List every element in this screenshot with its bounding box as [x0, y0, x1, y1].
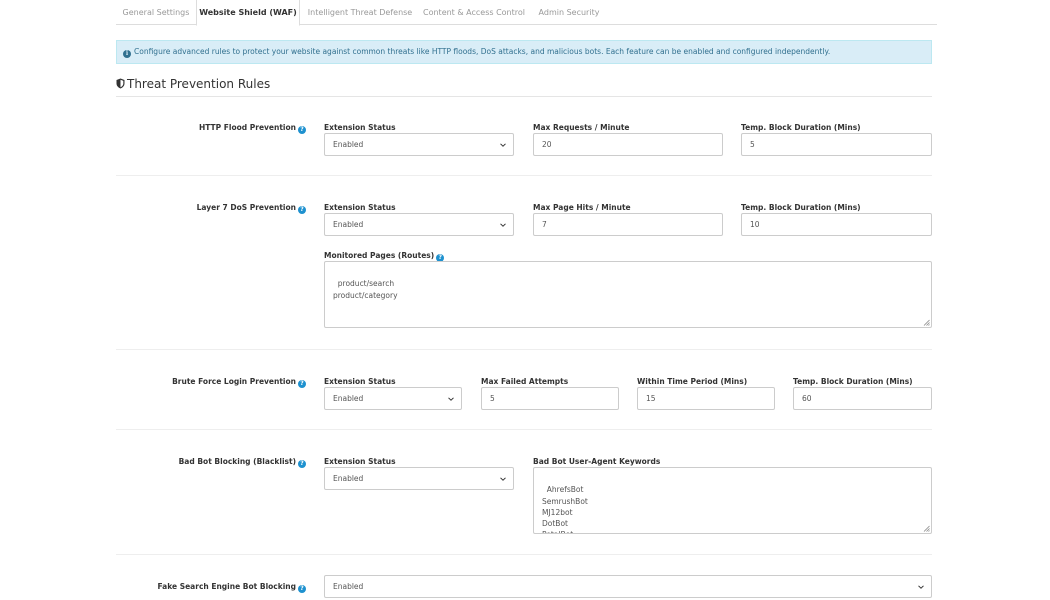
- layer7-block-label: Temp. Block Duration (Mins): [741, 203, 861, 212]
- chevron-down-icon: [500, 477, 506, 481]
- tab-admin-security[interactable]: Admin Security: [530, 0, 608, 25]
- alert-text: Configure advanced rules to protect your…: [134, 47, 831, 56]
- section-title: Threat Prevention Rules: [116, 76, 932, 97]
- chevron-down-icon: [500, 143, 506, 147]
- brute-force-period-label: Within Time Period (Mins): [637, 377, 748, 386]
- layer7-max-input[interactable]: 7: [533, 213, 723, 236]
- resize-grip-icon[interactable]: [923, 525, 930, 532]
- brute-force-block-label: Temp. Block Duration (Mins): [793, 377, 913, 386]
- bad-bot-status-label: Extension Status: [324, 457, 396, 466]
- brute-force-failed-input[interactable]: 5: [481, 387, 619, 410]
- http-flood-max-label: Max Requests / Minute: [533, 123, 630, 132]
- http-flood-block-label: Temp. Block Duration (Mins): [741, 123, 861, 132]
- http-flood-status-label: Extension Status: [324, 123, 396, 132]
- fake-bot-status-select[interactable]: Enabled: [324, 575, 932, 598]
- http-flood-max-input[interactable]: 20: [533, 133, 723, 156]
- brute-force-status-select[interactable]: Enabled: [324, 387, 462, 410]
- row-divider: [116, 175, 932, 176]
- resize-grip-icon[interactable]: [923, 319, 930, 326]
- brute-force-status-label: Extension Status: [324, 377, 396, 386]
- brute-force-label: Brute Force Login Prevention?: [116, 377, 306, 388]
- tab-general-settings[interactable]: General Settings: [116, 0, 196, 25]
- layer7-block-input[interactable]: 10: [741, 213, 932, 236]
- layer7-status-select[interactable]: Enabled: [324, 213, 514, 236]
- info-circle-icon: i: [123, 50, 131, 58]
- layer7-status-label: Extension Status: [324, 203, 396, 212]
- fake-bot-label: Fake Search Engine Bot Blocking?: [116, 582, 306, 593]
- chevron-down-icon: [918, 585, 924, 589]
- shield-icon: [116, 78, 125, 89]
- http-flood-status-select[interactable]: Enabled: [324, 133, 514, 156]
- http-flood-block-input[interactable]: 5: [741, 133, 932, 156]
- layer7-label: Layer 7 DoS Prevention?: [116, 203, 306, 214]
- bad-bot-keywords-textarea[interactable]: AhrefsBot SemrushBot MJ12bot DotBot Peta…: [533, 467, 932, 534]
- chevron-down-icon: [448, 397, 454, 401]
- bad-bot-keywords-label: Bad Bot User-Agent Keywords: [533, 457, 661, 466]
- chevron-down-icon: [500, 223, 506, 227]
- tab-intelligent-threat-defense[interactable]: Intelligent Threat Defense: [302, 0, 418, 25]
- help-icon[interactable]: ?: [298, 126, 306, 134]
- brute-force-failed-label: Max Failed Attempts: [481, 377, 569, 386]
- tab-website-shield[interactable]: Website Shield (WAF): [196, 0, 300, 26]
- bad-bot-label: Bad Bot Blocking (Blacklist)?: [116, 457, 306, 468]
- brute-force-period-input[interactable]: 15: [637, 387, 775, 410]
- help-icon[interactable]: ?: [298, 380, 306, 388]
- row-divider: [116, 554, 932, 555]
- section-title-text: Threat Prevention Rules: [127, 77, 271, 91]
- row-divider: [116, 349, 932, 350]
- layer7-pages-textarea[interactable]: product/search product/category: [324, 261, 932, 328]
- tab-content-access-control[interactable]: Content & Access Control: [418, 0, 530, 25]
- bad-bot-status-select[interactable]: Enabled: [324, 467, 514, 490]
- help-icon[interactable]: ?: [298, 585, 306, 593]
- help-icon[interactable]: ?: [298, 460, 306, 468]
- help-icon[interactable]: ?: [298, 206, 306, 214]
- layer7-max-label: Max Page Hits / Minute: [533, 203, 631, 212]
- info-alert: i Configure advanced rules to protect you…: [116, 40, 932, 64]
- row-divider: [116, 429, 932, 430]
- http-flood-label: HTTP Flood Prevention?: [116, 123, 306, 134]
- brute-force-block-input[interactable]: 60: [793, 387, 932, 410]
- settings-tabs: General Settings Website Shield (WAF) In…: [116, 0, 937, 26]
